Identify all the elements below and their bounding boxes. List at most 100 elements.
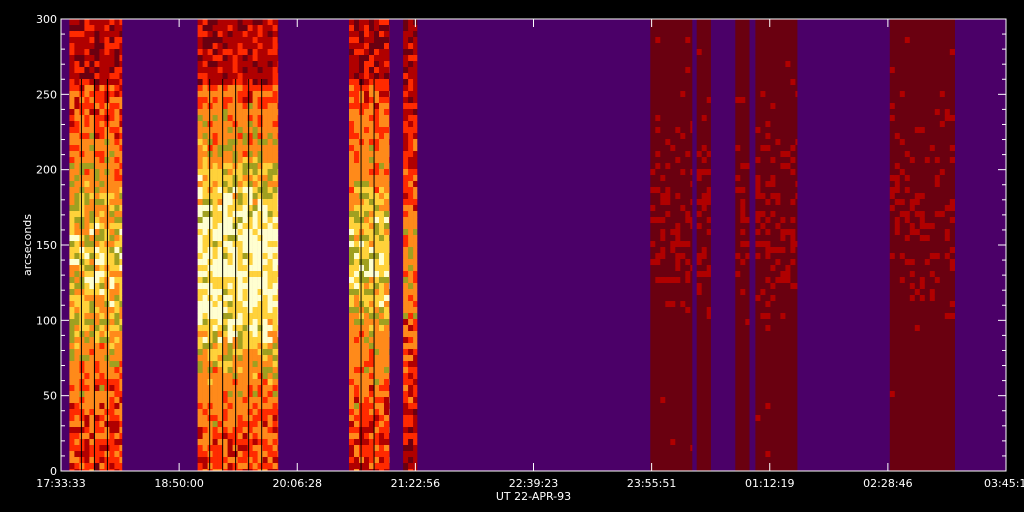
heatmap-cell — [755, 175, 761, 182]
heatmap-cell — [403, 223, 409, 230]
heatmap-cell — [889, 145, 896, 152]
heatmap-cell — [222, 283, 228, 290]
heatmap-cell — [207, 451, 213, 458]
heatmap-cell — [660, 361, 666, 368]
heatmap-cell — [785, 145, 791, 152]
heatmap-cell — [403, 163, 409, 170]
heatmap-cell — [665, 361, 671, 368]
heatmap-cell — [272, 427, 278, 434]
heatmap-cell — [359, 223, 365, 230]
heatmap-cell — [785, 163, 791, 170]
heatmap-cell — [785, 451, 791, 458]
heatmap-cell — [369, 175, 375, 182]
heatmap-cell — [374, 181, 380, 188]
heatmap-cell — [770, 337, 776, 344]
heatmap-cell — [690, 109, 693, 116]
heatmap-cell — [389, 277, 390, 284]
heatmap-cell — [94, 421, 100, 428]
heatmap-cell — [74, 325, 80, 332]
heatmap-cell — [706, 295, 711, 302]
heatmap-cell — [349, 247, 355, 254]
heatmap-cell — [790, 379, 796, 386]
heatmap-cell — [403, 325, 409, 332]
heatmap-cell — [369, 103, 375, 110]
heatmap-cell — [775, 73, 781, 80]
heatmap-cell — [222, 205, 228, 212]
heatmap-cell — [403, 181, 409, 188]
heatmap-cell — [660, 307, 666, 314]
heatmap-cell — [354, 277, 360, 284]
heatmap-cell — [114, 67, 120, 74]
heatmap-cell — [785, 19, 791, 26]
heatmap-cell — [207, 439, 213, 446]
heatmap-cell — [222, 259, 228, 266]
heatmap-cell — [349, 241, 355, 248]
heatmap-cell — [889, 211, 896, 218]
heatmap-cell — [74, 259, 80, 266]
heatmap-cell — [403, 103, 409, 110]
heatmap-cell — [389, 271, 390, 278]
heatmap-cell — [785, 373, 791, 380]
heatmap-cell — [379, 265, 385, 272]
heatmap-cell — [227, 307, 233, 314]
heatmap-cell — [670, 193, 676, 200]
heatmap-cell — [665, 451, 671, 458]
heatmap-cell — [790, 445, 796, 452]
heatmap-cell — [655, 175, 661, 182]
heatmap-cell — [696, 295, 702, 302]
heatmap-cell — [785, 229, 791, 236]
heatmap-cell — [197, 331, 203, 338]
heatmap-cell — [785, 271, 791, 278]
heatmap-cell — [359, 85, 365, 92]
heatmap-cell — [114, 211, 120, 218]
heatmap-cell — [384, 271, 390, 278]
heatmap-cell — [94, 289, 100, 296]
heatmap-cell — [252, 175, 258, 182]
heatmap-cell — [84, 367, 90, 374]
heatmap-cell — [780, 313, 786, 320]
heatmap-cell — [660, 169, 666, 176]
heatmap-cell — [379, 55, 385, 62]
heatmap-cell — [272, 139, 278, 146]
heatmap-cell — [650, 91, 656, 98]
heatmap-cell — [267, 49, 273, 56]
heatmap-cell — [696, 373, 702, 380]
heatmap-cell — [374, 79, 380, 86]
heatmap-cell — [665, 169, 671, 176]
heatmap-cell — [227, 445, 233, 452]
heatmap-cell — [408, 373, 414, 380]
heatmap-cell — [790, 373, 796, 380]
heatmap-cell — [354, 169, 360, 176]
heatmap-cell — [114, 163, 120, 170]
heatmap-cell — [680, 199, 686, 206]
heatmap-cell — [795, 91, 798, 98]
heatmap-cell — [675, 151, 681, 158]
heatmap-cell — [277, 439, 279, 446]
heatmap-cell — [650, 61, 656, 68]
heatmap-cell — [775, 463, 781, 470]
heatmap-cell — [680, 385, 686, 392]
heatmap-cell — [359, 337, 365, 344]
heatmap-cell — [99, 151, 105, 158]
heatmap-cell — [403, 409, 409, 416]
heatmap-cell — [354, 325, 360, 332]
heatmap-cell — [701, 31, 707, 38]
heatmap-cell — [660, 199, 666, 206]
heatmap-cell — [207, 457, 213, 464]
heatmap-cell — [247, 37, 253, 44]
heatmap-cell — [252, 391, 258, 398]
heatmap-cell — [650, 307, 656, 314]
heatmap-cell — [770, 49, 776, 56]
heatmap-cell — [212, 127, 218, 134]
heatmap-cell — [889, 217, 896, 224]
heatmap-cell — [403, 283, 409, 290]
heatmap-cell — [775, 397, 781, 404]
heatmap-cell — [84, 361, 90, 368]
heatmap-cell — [408, 289, 414, 296]
heatmap-cell — [262, 319, 268, 326]
heatmap-cell — [74, 253, 80, 260]
heatmap-cell — [413, 151, 418, 158]
heatmap-cell — [389, 451, 390, 458]
heatmap-cell — [413, 229, 418, 236]
heatmap-cell — [114, 325, 120, 332]
